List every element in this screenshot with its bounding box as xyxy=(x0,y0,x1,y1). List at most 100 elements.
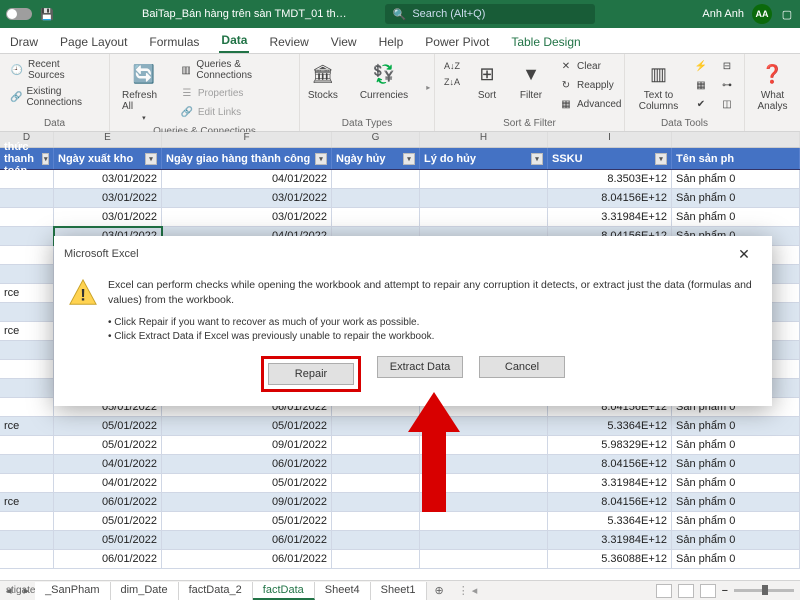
refresh-all-button[interactable]: 🔄Refresh All▾ xyxy=(118,58,170,124)
account-name[interactable]: Anh Anh xyxy=(702,8,744,20)
extract-data-button[interactable]: Extract Data xyxy=(377,356,463,378)
cell[interactable]: 04/01/2022 xyxy=(162,170,332,189)
cell[interactable] xyxy=(0,341,54,360)
cell[interactable] xyxy=(420,208,548,227)
cell[interactable]: rce xyxy=(0,417,54,436)
cell[interactable] xyxy=(0,436,54,455)
ribbon-tab-page-layout[interactable]: Page Layout xyxy=(58,31,129,53)
cell[interactable] xyxy=(420,417,548,436)
cell[interactable] xyxy=(0,379,54,398)
data-model-button[interactable]: ◫ xyxy=(718,96,736,112)
cell[interactable]: 8.04156E+12 xyxy=(548,493,672,512)
cell[interactable]: 09/01/2022 xyxy=(162,436,332,455)
save-icon[interactable]: 💾 xyxy=(40,7,54,21)
cell[interactable]: 8.04156E+12 xyxy=(548,189,672,208)
ribbon-tab-draw[interactable]: Draw xyxy=(8,31,40,53)
cell[interactable] xyxy=(420,455,548,474)
ribbon-tab-help[interactable]: Help xyxy=(377,31,406,53)
filter-dropdown-icon[interactable]: ▾ xyxy=(531,153,543,165)
cell[interactable] xyxy=(0,170,54,189)
cell[interactable]: 05/01/2022 xyxy=(162,417,332,436)
cell[interactable]: 04/01/2022 xyxy=(54,455,162,474)
reapply-button[interactable]: ↻Reapply xyxy=(557,77,623,93)
cancel-button[interactable]: Cancel xyxy=(479,356,565,378)
cell[interactable]: Sản phẩm 0 xyxy=(672,455,800,474)
cell[interactable]: 05/01/2022 xyxy=(54,512,162,531)
sheet-tab[interactable]: factData xyxy=(253,582,315,600)
cell[interactable] xyxy=(332,208,420,227)
cell[interactable] xyxy=(420,474,548,493)
ribbon-tab-view[interactable]: View xyxy=(329,31,359,53)
table-row[interactable]: 04/01/202205/01/20223.31984E+12Sản phẩm … xyxy=(0,474,800,493)
consolidate-button[interactable]: ⊟ xyxy=(718,58,736,74)
cell[interactable]: rce xyxy=(0,493,54,512)
table-row[interactable]: 03/01/202203/01/20228.04156E+12Sản phẩm … xyxy=(0,189,800,208)
avatar[interactable]: AA xyxy=(752,4,772,24)
cell[interactable]: Sản phẩm 0 xyxy=(672,474,800,493)
cell[interactable]: 06/01/2022 xyxy=(162,550,332,569)
stocks-button[interactable]: 🏛Stocks xyxy=(304,58,342,103)
cell[interactable] xyxy=(0,550,54,569)
cell[interactable] xyxy=(0,531,54,550)
cell[interactable]: Sản phẩm 0 xyxy=(672,531,800,550)
ribbon-tab-power-pivot[interactable]: Power Pivot xyxy=(423,31,491,53)
sheet-tab[interactable]: factData_2 xyxy=(179,582,253,600)
header-cell[interactable]: thức thanh toán▾ xyxy=(0,148,54,169)
sheet-tab[interactable]: _SanPham xyxy=(35,582,110,600)
table-row[interactable]: 05/01/202206/01/20223.31984E+12Sản phẩm … xyxy=(0,531,800,550)
ribbon-tab-formulas[interactable]: Formulas xyxy=(147,31,201,53)
cell[interactable] xyxy=(332,189,420,208)
cell[interactable]: Sản phẩm 0 xyxy=(672,436,800,455)
table-row[interactable]: 05/01/202205/01/20225.3364E+12Sản phẩm 0 xyxy=(0,512,800,531)
sheet-tab[interactable]: dim_Date xyxy=(111,582,179,600)
view-break-button[interactable] xyxy=(700,584,716,598)
cell[interactable] xyxy=(420,493,548,512)
cell[interactable] xyxy=(420,550,548,569)
header-cell[interactable]: Ngày giao hàng thành công▾ xyxy=(162,148,332,169)
sheet-tab[interactable]: Sheet4 xyxy=(315,582,371,600)
sort-za-button[interactable]: Z↓A xyxy=(443,74,461,90)
cell[interactable] xyxy=(0,398,54,417)
add-sheet-button[interactable]: ⊕ xyxy=(427,584,452,597)
cell[interactable]: 3.31984E+12 xyxy=(548,208,672,227)
cell[interactable]: rce xyxy=(0,284,54,303)
cell[interactable] xyxy=(0,455,54,474)
cell[interactable]: 03/01/2022 xyxy=(54,208,162,227)
cell[interactable]: 8.04156E+12 xyxy=(548,455,672,474)
zoom-out-button[interactable]: − xyxy=(722,585,728,597)
cell[interactable]: 06/01/2022 xyxy=(162,455,332,474)
cell[interactable]: rce xyxy=(0,322,54,341)
ribbon-tab-review[interactable]: Review xyxy=(267,31,310,53)
repair-button[interactable]: Repair xyxy=(268,363,354,385)
ribbon-tab-data[interactable]: Data xyxy=(219,29,249,53)
recent-sources-button[interactable]: 🕘Recent Sources xyxy=(8,58,101,82)
cell[interactable]: 8.3503E+12 xyxy=(548,170,672,189)
flash-fill-button[interactable]: ⚡ xyxy=(692,58,710,74)
cell[interactable]: Sản phẩm 0 xyxy=(672,493,800,512)
table-row[interactable]: 03/01/202204/01/2022 8.3503E+12Sản phẩm 0 xyxy=(0,170,800,189)
header-cell[interactable]: Lý do hủy▾ xyxy=(420,148,548,169)
clear-button[interactable]: ✕Clear xyxy=(557,58,623,74)
cell[interactable]: Sản phẩm 0 xyxy=(672,170,800,189)
cell[interactable]: 06/01/2022 xyxy=(54,550,162,569)
cell[interactable]: 06/01/2022 xyxy=(162,531,332,550)
header-cell[interactable]: Tên sản ph xyxy=(672,148,800,169)
existing-connections-button[interactable]: 🔗Existing Connections xyxy=(8,85,101,109)
cell[interactable]: 05/01/2022 xyxy=(54,531,162,550)
cell[interactable] xyxy=(332,531,420,550)
header-cell[interactable]: SSKU▾ xyxy=(548,148,672,169)
cell[interactable] xyxy=(0,265,54,284)
cell[interactable] xyxy=(0,227,54,246)
dialog-close-button[interactable]: ✕ xyxy=(726,242,762,266)
cell[interactable]: 03/01/2022 xyxy=(54,170,162,189)
autosave-toggle[interactable] xyxy=(6,8,32,20)
sort-button[interactable]: ⊞Sort xyxy=(469,58,505,103)
table-row[interactable]: 04/01/202206/01/2022 8.04156E+12Sản phẩm … xyxy=(0,455,800,474)
col-J[interactable] xyxy=(672,132,800,147)
cell[interactable] xyxy=(420,436,548,455)
cell[interactable]: 03/01/2022 xyxy=(54,189,162,208)
relationships-button[interactable]: ⊶ xyxy=(718,77,736,93)
cell[interactable] xyxy=(332,493,420,512)
cell[interactable] xyxy=(332,436,420,455)
table-row[interactable]: rce06/01/202209/01/20228.04156E+12Sản ph… xyxy=(0,493,800,512)
